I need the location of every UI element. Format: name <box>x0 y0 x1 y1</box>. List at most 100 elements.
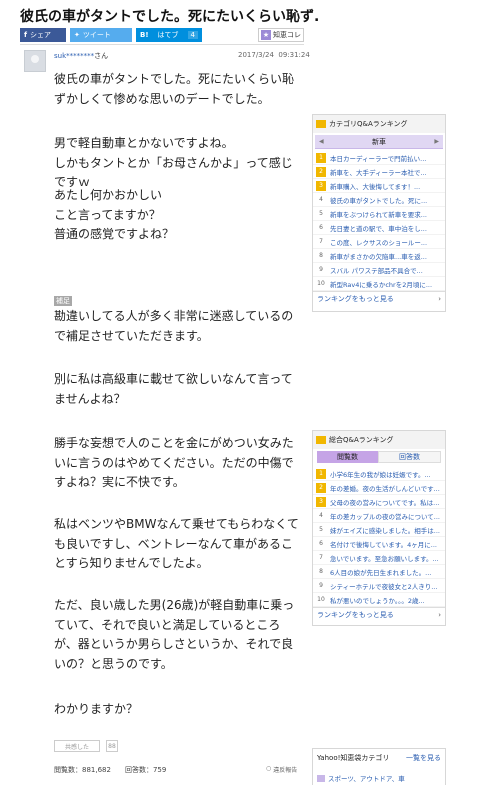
ranking-item[interactable]: 8 新車がまさかの欠陥車...車を返... <box>313 249 445 263</box>
page-title: 彼氏の車がタントでした。死にたいくらい恥ず... <box>20 9 320 25</box>
category-list-item-label[interactable]: スポーツ、アウトドア、車 <box>328 773 405 783</box>
ranking-number: 1 <box>316 468 326 479</box>
ranking-item[interactable]: 5 新車をぶつけられて新車を要求... <box>313 207 445 221</box>
ranking-item-title[interactable]: 年の差カップルの夜の営みについて... <box>330 511 440 521</box>
ranking-item[interactable]: 1 本日カーディーラーで門前払い... <box>313 151 445 165</box>
hatena-label: はてブ <box>157 31 179 39</box>
facebook-share-button[interactable]: f シェア <box>20 28 66 42</box>
user-name[interactable]: suk********さん <box>54 51 108 61</box>
ranking-number: 9 <box>319 266 323 273</box>
ranking-item[interactable]: 10 新型Rav4に乗るかchrを2月頃に... <box>313 277 445 291</box>
ranking-item[interactable]: 6 名付けで後悔しています。4ヶ月に... <box>313 537 445 551</box>
ranking-item[interactable]: 9 シティーホテルで夜彼女と2人きり... <box>313 579 445 593</box>
folder-icon <box>317 774 325 782</box>
category-tab[interactable]: 新車 <box>315 135 443 149</box>
empathy-button[interactable]: 共感した <box>54 740 100 752</box>
hatena-icon: B! <box>140 31 149 39</box>
chiebukuro-label: 知恵コレ <box>273 31 301 39</box>
category-ranking-header: カテゴリQ&Aランキング <box>313 115 445 133</box>
ranking-item-title[interactable]: 新車をぶつけられて新車を要求... <box>330 209 427 219</box>
ranking-item[interactable]: 5 妹がエイズに感染しました。相手は... <box>313 523 445 537</box>
ranking-item-title[interactable]: 小学6年生の我が娘は妊娠です。... <box>330 469 431 479</box>
answer-count: 回答数：759 <box>124 766 167 774</box>
user-id[interactable]: suk******** <box>54 52 94 60</box>
ranking-number: 5 <box>319 210 323 217</box>
ranking-number: 6 <box>319 224 323 231</box>
ranking-item-title[interactable]: シティーホテルで夜彼女と2人きり... <box>330 581 437 591</box>
hatena-bookmark-button[interactable]: B! はてブ 4 <box>136 28 202 42</box>
ranking-item-title[interactable]: 新型Rav4に乗るかchrを2月頃に... <box>330 279 432 289</box>
ranking-item-title[interactable]: 新車がまさかの欠陥車...車を返... <box>330 251 427 261</box>
category-ranking-panel: カテゴリQ&Aランキング 新車 1 本日カーディーラーで門前払い... 2 新車を、大… <box>312 114 446 312</box>
post-date: 2017/3/24 09:31:24 <box>238 51 310 59</box>
general-ranking-header: 総合Q&Aランキング <box>313 431 445 449</box>
general-ranking-more-link[interactable]: ランキングをもっと見る › <box>313 607 445 621</box>
general-ranking-title: 総合Q&Aランキング <box>329 436 394 444</box>
report-label[interactable]: 違反報告 <box>273 765 297 774</box>
chiebukuro-collection-button[interactable]: ★ 知恵コレ <box>258 28 304 42</box>
chevron-right-icon: › <box>438 610 441 619</box>
category-ranking-list: 1 本日カーディーラーで門前払い... 2 新車を、大手ディーラー本社で... 3 新車購… <box>313 151 445 291</box>
supplement-paragraph: 勘違いしてる人が多く非常に迷惑しているので補足させていただきます。 <box>54 309 294 343</box>
category-list-header: Yahoo!知恵袋カテゴリ 一覧を見る <box>313 749 445 763</box>
category-list-item[interactable]: スポーツ、アウトドア、車 <box>313 763 445 783</box>
ranking-number: 3 <box>316 496 326 507</box>
ranking-number: 8 <box>319 568 323 575</box>
ranking-item-title[interactable]: 先日妻と道の駅で、車中泊をし... <box>330 223 427 233</box>
avatar[interactable] <box>24 50 46 72</box>
ranking-item-title[interactable]: 名付けで後悔しています。4ヶ月に... <box>330 539 437 549</box>
twitter-share-label: ツイート <box>82 31 111 39</box>
tab-views[interactable]: 閲覧数 <box>317 451 378 463</box>
ranking-item-title[interactable]: 父母の夜の営みについてです。私は... <box>330 497 439 507</box>
ranking-item[interactable]: 4 彼氏の車がタントでした。死に... <box>313 193 445 207</box>
more-link-label[interactable]: ランキングをもっと見る <box>317 610 394 620</box>
ranking-number: 7 <box>319 554 323 561</box>
ranking-number: 9 <box>319 582 323 589</box>
ranking-item-title[interactable]: 急いでいます。至急お願いします。... <box>330 553 439 563</box>
ranking-item[interactable]: 10 私が悪いのでしょうか。。。2歳... <box>313 593 445 607</box>
ranking-item[interactable]: 7 この度、レクサスのショールー... <box>313 235 445 249</box>
ranking-item-title[interactable]: 彼氏の車がタントでした。死に... <box>330 195 427 205</box>
supplement-paragraph: ただ、良い歳した男(26歳)が軽自動車に乗っていて、それで良いと満足しているとこ… <box>54 598 295 671</box>
supplement-paragraph: 私はベンツやBMWなんて乗せてもらわなくても良いですし、ベントレーなんて車がある… <box>54 517 299 570</box>
ranking-item-title[interactable]: 私が悪いのでしょうか。。。2歳... <box>330 595 425 605</box>
divider <box>20 44 304 45</box>
twitter-icon: ✦ <box>74 31 80 39</box>
ranking-item[interactable]: 3 父母の夜の営みについてです。私は... <box>313 495 445 509</box>
category-ranking-title: カテゴリQ&Aランキング <box>329 120 408 128</box>
crown-icon <box>316 120 326 128</box>
ranking-item[interactable]: 6 先日妻と道の駅で、車中泊をし... <box>313 221 445 235</box>
ranking-item-title[interactable]: 本日カーディーラーで門前払い... <box>330 153 426 163</box>
category-ranking-more-link[interactable]: ランキングをもっと見る › <box>313 291 445 305</box>
question-paragraph: あたし何かおかしい こと言ってますか？ 普通の感覚ですよね？ <box>54 188 175 241</box>
ranking-item-title[interactable]: 年の差婚。夜の生活がしんどいです... <box>330 483 440 493</box>
ranking-item[interactable]: 3 新車購入、大後悔してます！... <box>313 179 445 193</box>
more-link-label[interactable]: ランキングをもっと見る <box>317 294 394 304</box>
tab-answers[interactable]: 回答数 <box>378 451 441 463</box>
category-list-link[interactable]: 一覧を見る <box>406 753 441 763</box>
ranking-item[interactable]: 7 急いでいます。至急お願いします。... <box>313 551 445 565</box>
ranking-number: 2 <box>316 166 326 177</box>
twitter-share-button[interactable]: ✦ ツイート <box>70 28 132 42</box>
ranking-item-title[interactable]: この度、レクサスのショールー... <box>330 237 427 247</box>
ranking-item[interactable]: 4 年の差カップルの夜の営みについて... <box>313 509 445 523</box>
view-count: 閲覧数：881,682 <box>54 766 111 774</box>
hatena-count: 4 <box>187 31 198 39</box>
question-paragraph: 彼氏の車がタントでした。死にたいくらい恥ずかしくて惨めな思いのデートでした。 <box>54 72 295 106</box>
supplement-paragraph: 別に私は高級車に載せて欲しいなんて言ってませんよね？ <box>54 372 293 406</box>
ranking-item-title[interactable]: 6人目の娘が先日生まれました。... <box>330 567 431 577</box>
ranking-number: 10 <box>317 596 325 603</box>
category-list-title: Yahoo!知恵袋カテゴリ <box>317 754 390 762</box>
ranking-item-title[interactable]: 妹がエイズに感染しました。相手は... <box>330 525 440 535</box>
report-link[interactable]: ○ 違反報告 <box>266 765 297 774</box>
ranking-item-title[interactable]: 新車購入、大後悔してます！... <box>330 181 420 191</box>
ranking-item[interactable]: 2 新車を、大手ディーラー本社で... <box>313 165 445 179</box>
ranking-item-title[interactable]: スバル パワステ部品不具合で... <box>330 265 423 275</box>
ranking-item[interactable]: 8 6人目の娘が先日生まれました。... <box>313 565 445 579</box>
ranking-item-title[interactable]: 新車を、大手ディーラー本社で... <box>330 167 427 177</box>
ranking-item[interactable]: 2 年の差婚。夜の生活がしんどいです... <box>313 481 445 495</box>
ranking-number: 7 <box>319 238 323 245</box>
general-ranking-panel: 総合Q&Aランキング 閲覧数 回答数 1 小学6年生の我が娘は妊娠です。... 2 年… <box>312 430 446 626</box>
ranking-item[interactable]: 1 小学6年生の我が娘は妊娠です。... <box>313 467 445 481</box>
ranking-item[interactable]: 9 スバル パワステ部品不具合で... <box>313 263 445 277</box>
